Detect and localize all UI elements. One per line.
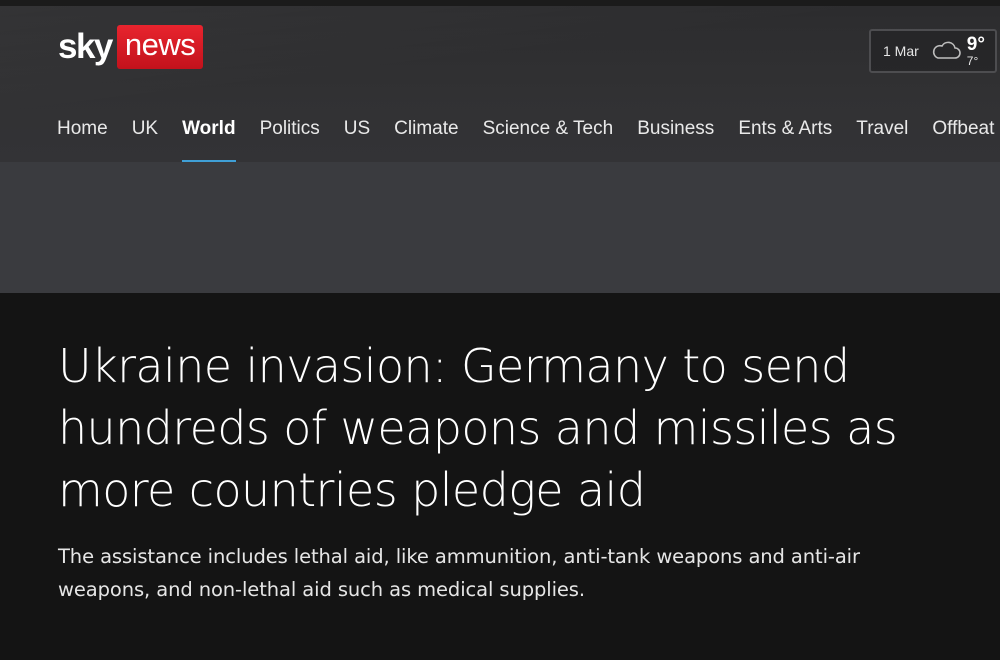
weather-date: 1 Mar — [883, 43, 919, 59]
nav-item-us[interactable]: US — [344, 108, 370, 158]
nav-item-science-tech[interactable]: Science & Tech — [483, 108, 614, 158]
main-nav: Home UK World Politics US Climate Scienc… — [57, 108, 994, 162]
nav-item-climate[interactable]: Climate — [394, 108, 458, 158]
logo-news-text: news — [116, 25, 204, 69]
weather-temps: 9° 7° — [967, 35, 985, 67]
nav-item-ents-arts[interactable]: Ents & Arts — [738, 108, 832, 158]
article-standfirst: The assistance includes lethal aid, like… — [58, 545, 860, 601]
cloud-icon — [931, 40, 961, 65]
nav-item-home[interactable]: Home — [57, 108, 108, 158]
nav-item-world[interactable]: World — [182, 108, 237, 162]
nav-item-uk[interactable]: UK — [132, 108, 158, 158]
nav-item-politics[interactable]: Politics — [260, 108, 320, 158]
nav-item-business[interactable]: Business — [637, 108, 714, 158]
article-header: Ukraine invasion: Germany to send hundre… — [58, 335, 958, 606]
article-headline: Ukraine invasion: Germany to send hundre… — [58, 339, 898, 517]
nav-item-travel[interactable]: Travel — [856, 108, 908, 158]
nav-item-offbeat[interactable]: Offbeat — [932, 108, 994, 158]
sky-news-logo[interactable]: sky news — [58, 24, 204, 70]
weather-widget[interactable]: 1 Mar 9° 7° — [869, 29, 997, 73]
temp-high: 9° — [966, 34, 985, 55]
logo-sky-text: sky — [58, 27, 113, 66]
site-header: sky news 1 Mar 9° 7° Home UK World Polit… — [0, 6, 1000, 162]
temp-low: 7° — [966, 54, 979, 68]
ad-banner-placeholder — [0, 162, 1000, 293]
